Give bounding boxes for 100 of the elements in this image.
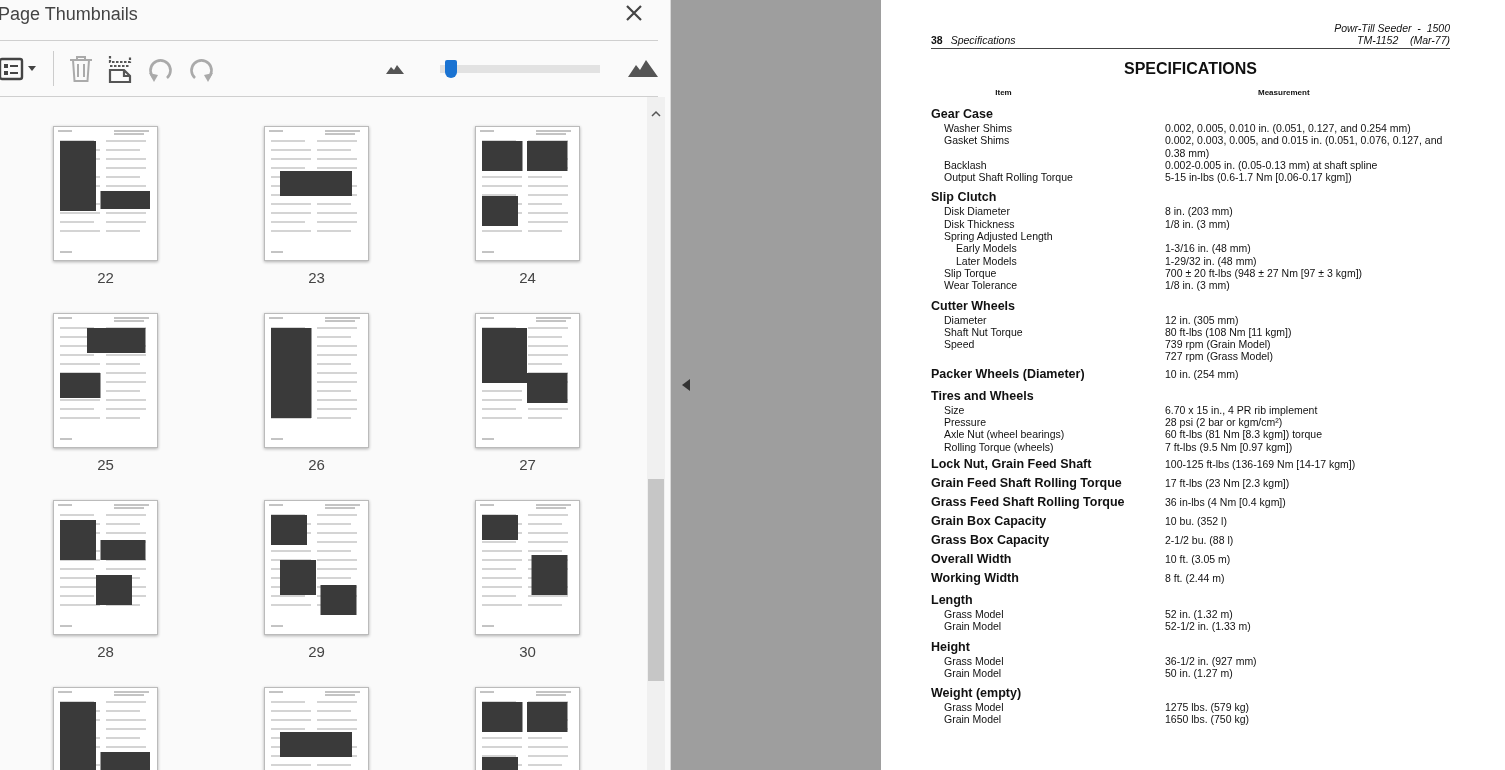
section-heading: Gear Case [931,107,994,122]
measurement: 100-125 ft-lbs (136-169 Nm [14-17 kgm]) [1165,456,1356,472]
section-heading: Cutter Wheels [931,298,1017,314]
section-heading: Grain Feed Shaft Rolling Torque [931,475,1123,491]
item-label: Disk Thickness [943,217,1016,231]
item-label: Output Shaft Rolling Torque [943,171,1074,184]
panel-title: Page Thumbnails [0,3,138,25]
measurement: 60 ft-lbs (81 Nm [8.3 kgm]) torque [1165,428,1322,441]
page-number: 27 [519,456,536,473]
item-label: Gasket Shims [943,134,1011,149]
page-number: 25 [97,456,114,473]
measurement: 10 bu. (352 l) [1165,513,1227,529]
measurement: 7 ft-lbs (9.5 Nm [0.97 kgm]) [1165,440,1293,453]
large-mountain-icon [628,60,658,77]
measurement: 8 ft. (2.44 m) [1165,570,1225,586]
section-heading: Grass Feed Shaft Rolling Torque [931,494,1126,510]
small-mountain-icon [386,63,404,74]
list-options-icon [0,56,39,81]
measurement: 6.70 x 15 in., 4 PR rib implement [1165,403,1318,417]
page-extract-icon [108,54,132,83]
section-heading: Length [931,592,974,608]
item-label: Backlash [943,158,988,172]
measurement: 8 in. (203 mm) [1165,205,1233,218]
measurement: 700 ± 20 ft-lbs (948 ± 27 Nm [97 ± 3 kgm]) [1165,266,1363,280]
measurement: 0.002, 0.005, 0.010 in. (0.051, 0.127, and 0.254 mm) [1165,122,1411,135]
section-heading: Height [931,639,971,655]
item-label: Spring Adjusted Length [943,230,1054,243]
page-number: 38 [931,34,943,46]
item-label: Grain Model [943,620,1003,633]
section-heading: Lock Nut, Grain Feed Shaft [931,456,1093,472]
measurement: 36-1/2 in. (927 mm) [1165,654,1257,667]
page-thumbnail[interactable] [53,126,158,261]
item-label: Washer Shims [943,122,1013,135]
item-label: Grass Model [943,701,1005,714]
page-thumbnail[interactable] [53,500,158,635]
close-icon [625,4,643,22]
measurement: 50 in. (1.27 m) [1165,666,1233,680]
manual-number: TM-1152 (Mar-77) [1357,34,1450,46]
measurement: 739 rpm (Grain Model) [1165,338,1272,351]
item-label: Grass Model [943,607,1005,621]
page-number: 29 [308,643,325,660]
caret-left-icon [682,379,690,391]
measurement: 2-1/2 bu. (88 l) [1165,532,1234,548]
page-thumbnail[interactable] [475,313,580,448]
page-thumbnail[interactable] [475,126,580,261]
item-label: Diameter [943,313,988,326]
page-number: 30 [519,643,536,660]
section-heading: Weight (empty) [931,686,1023,702]
section-name: Specifications [950,34,1016,46]
measurement: 12 in. (305 mm) [1165,313,1239,326]
section-heading: Tires and Wheels [931,388,1035,404]
slider-thumb[interactable] [445,59,458,78]
measurement: 727 rpm (Grass Model) [1165,350,1273,363]
measurement: 1-3/16 in. (48 mm) [1165,242,1251,255]
item-label: Wear Tolerance [943,279,1019,292]
item-label: Grass Model [943,654,1005,667]
measurement: 1-29/32 in. (48 mm) [1165,254,1257,267]
section-heading: Grain Box Capacity [931,513,1048,529]
page-number: 26 [308,456,325,473]
section-heading: Working Width [931,570,1020,586]
section-heading: Slip Clutch [931,190,998,206]
scrollbar[interactable] [647,97,665,770]
item-label: Shaft Nut Torque [943,325,1024,339]
measurement: 1650 lbs. (750 kg) [1165,713,1250,726]
item-label: Size [943,403,966,417]
page-thumbnail[interactable] [475,500,580,635]
item-label: Axle Nut (wheel bearings) [943,428,1066,441]
measurement: 1275 lbs. (579 kg) [1165,701,1250,714]
measurement: 52 in. (1.32 m) [1165,607,1233,621]
measurement: 28 psi (2 bar or kgm/cm²) [1165,416,1283,429]
measurement: 5-15 in-lbs (0.6-1.7 Nm [0.06-0.17 kgm]) [1165,171,1352,184]
page-thumbnail[interactable] [264,500,369,635]
section-heading: Overall Width [931,551,1013,567]
measurement: 80 ft-lbs (108 Nm [11 kgm]) [1165,325,1292,339]
measurement: 0.002-0.005 in. (0.05-0.13 mm) at shaft spline [1165,158,1378,172]
page-number: 24 [519,269,536,286]
column-header: Item [994,88,1013,97]
measurement: 17 ft-lbs (23 Nm [2.3 kgm]) [1165,475,1290,491]
item-label: Disk Diameter [943,205,1011,218]
trash-icon [68,54,94,83]
page-thumbnail[interactable] [53,313,158,448]
section-heading: Grass Box Capacity [931,532,1051,548]
column-header: Measurement [1258,88,1310,97]
measurement: 0.002, 0.003, 0.005, and 0.015 in. (0.051, 0.076, 0.127, and 0.38 mm) [1165,134,1444,159]
measurement: 1/8 in. (3 mm) [1165,217,1230,231]
page-number: 28 [97,643,114,660]
options-button[interactable] [0,56,39,81]
measurement: 52-1/2 in. (1.33 m) [1165,620,1251,633]
item-label: Pressure [943,416,987,429]
item-label: Early Models [955,242,1018,255]
page-thumbnail[interactable] [264,126,369,261]
item-label: Rolling Torque (wheels) [943,440,1055,453]
page-thumbnail[interactable] [264,313,369,448]
item-label: Speed [943,338,976,353]
page-number: 22 [97,269,114,286]
close-button[interactable] [625,4,643,22]
measurement: 36 in-lbs (4 Nm [0.4 kgm]) [1165,494,1286,510]
section-heading: Packer Wheels (Diameter) [931,366,1086,382]
item-label: Grain Model [943,666,1003,680]
extract-button[interactable] [108,54,132,83]
